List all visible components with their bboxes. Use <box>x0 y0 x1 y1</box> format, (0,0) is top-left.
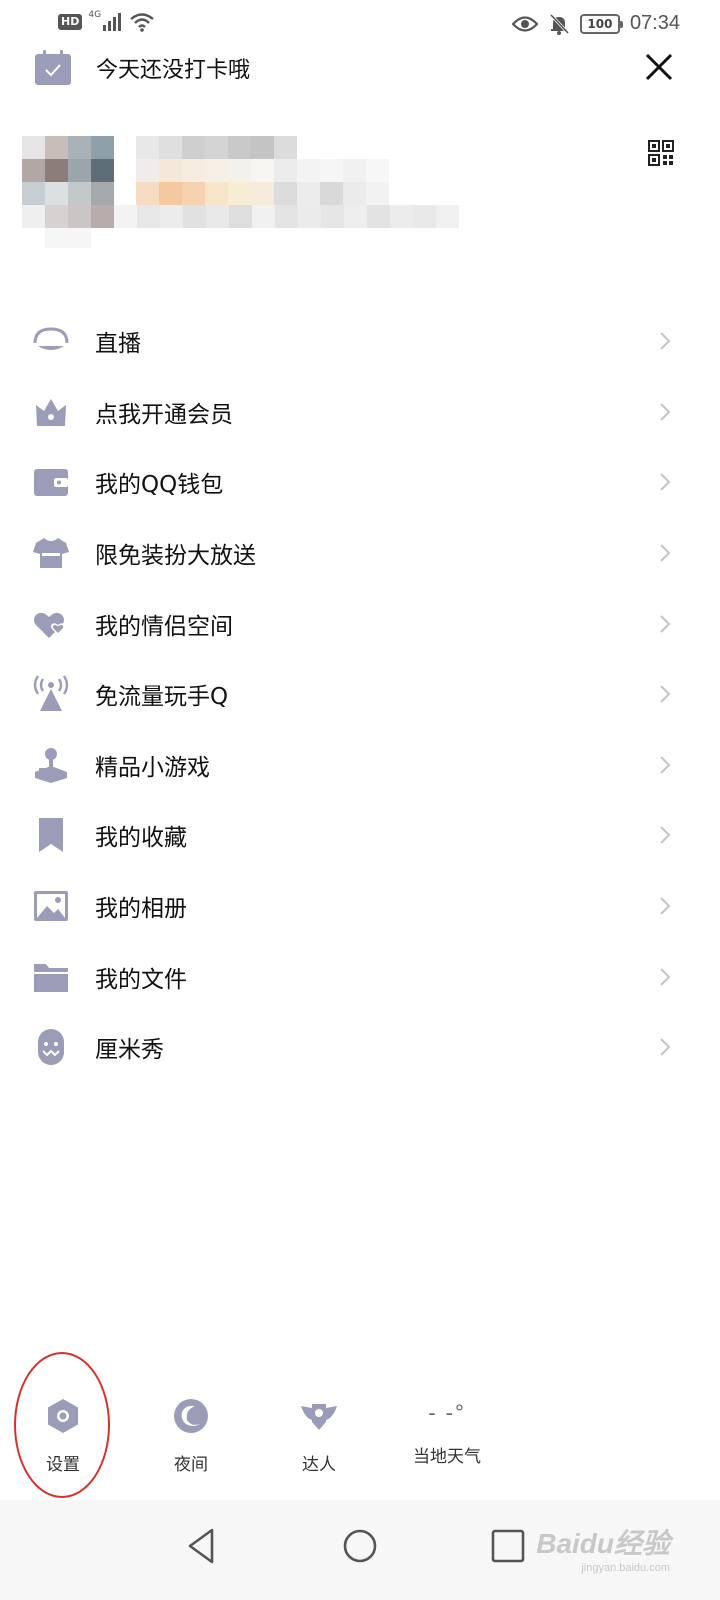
checkin-banner[interactable]: 今天还没打卡哦 <box>34 48 250 88</box>
menu-item-label: 我的收藏 <box>95 825 187 852</box>
qr-code-icon[interactable] <box>648 140 674 166</box>
bottom-toolbar: 设置 夜间 达人 - -° 当地天气 <box>0 1388 720 1498</box>
hd-badge: HD <box>58 14 83 30</box>
menu-item-label: 我的文件 <box>95 966 187 993</box>
profile-card[interactable] <box>22 136 462 248</box>
chevron-right-icon <box>660 1038 671 1056</box>
status-right: 100 07:34 <box>511 12 680 35</box>
profile-nickname <box>136 136 300 159</box>
menu-item-label: 点我开通会员 <box>95 401 233 428</box>
chevron-right-icon <box>660 544 671 562</box>
navigation-bar <box>0 1500 720 1600</box>
menu-item-vip[interactable]: 点我开通会员 <box>0 377 720 448</box>
status-bar: HD 4G 100 07:34 <box>0 0 720 52</box>
expert-label: 达人 <box>302 1455 336 1475</box>
calendar-check-icon <box>35 50 71 85</box>
live-icon <box>33 327 69 351</box>
battery-indicator: 100 <box>579 13 623 34</box>
wifi-icon <box>130 13 154 32</box>
profile-signature <box>114 205 462 228</box>
settings-button[interactable]: 设置 <box>13 1388 113 1475</box>
chevron-right-icon <box>660 967 671 986</box>
bookmark-icon <box>39 818 63 853</box>
settings-gear-icon <box>48 1399 78 1433</box>
moon-icon <box>174 1399 208 1433</box>
menu-item-dressup[interactable]: 限免装扮大放送 <box>0 518 720 589</box>
crown-icon <box>36 398 66 426</box>
chevron-right-icon <box>660 826 671 845</box>
menu-item-label: 我的QQ钱包 <box>95 472 224 499</box>
chevron-right-icon <box>660 614 671 633</box>
menu-item-files[interactable]: 我的文件 <box>0 941 720 1012</box>
menu-item-album[interactable]: 我的相册 <box>0 871 720 942</box>
avatar-face-icon <box>38 1029 64 1066</box>
local-weather-button[interactable]: - -° 当地天气 <box>397 1388 497 1467</box>
chevron-right-icon <box>660 756 671 774</box>
hearts-icon <box>34 612 65 638</box>
expert-button[interactable]: 达人 <box>269 1388 369 1475</box>
shirt-icon <box>33 538 69 569</box>
status-time: 07:34 <box>629 12 680 34</box>
menu-item-live[interactable]: 直播 <box>0 306 720 377</box>
folder-icon <box>34 963 68 992</box>
winged-badge-icon <box>301 1404 337 1430</box>
menu-item-favorites[interactable]: 我的收藏 <box>0 800 720 871</box>
photo-icon <box>34 891 68 922</box>
menu-item-label: 限免装扮大放送 <box>95 543 256 570</box>
close-icon[interactable] <box>642 50 676 84</box>
menu-item-free-data[interactable]: 免流量玩手Q <box>0 659 720 730</box>
home-icon[interactable] <box>338 1524 382 1568</box>
menu-item-label: 我的情侣空间 <box>95 613 233 640</box>
chevron-right-icon <box>660 403 671 421</box>
back-icon[interactable] <box>182 1524 226 1568</box>
avatar[interactable] <box>22 136 114 248</box>
chevron-right-icon <box>660 897 671 915</box>
joystick-icon <box>35 747 67 783</box>
mute-bell-icon <box>549 13 570 35</box>
menu-item-label: 精品小游戏 <box>95 754 210 781</box>
menu-item-label: 直播 <box>95 331 141 358</box>
chevron-right-icon <box>660 685 671 703</box>
weather-temperature: - -° <box>428 1400 466 1425</box>
antenna-icon <box>33 675 69 712</box>
checkin-text: 今天还没打卡哦 <box>96 58 251 83</box>
menu-item-wallet[interactable]: 我的QQ钱包 <box>0 447 720 518</box>
chevron-right-icon <box>660 332 671 351</box>
eye-icon <box>511 15 538 32</box>
status-left: HD 4G <box>58 10 155 32</box>
night-label: 夜间 <box>174 1455 208 1475</box>
weather-label: 当地天气 <box>413 1447 481 1467</box>
menu-item-label: 厘米秀 <box>95 1037 164 1064</box>
menu-item-mini-games[interactable]: 精品小游戏 <box>0 730 720 801</box>
chevron-right-icon <box>660 473 671 492</box>
recents-icon[interactable] <box>486 1524 530 1568</box>
menu-item-label: 我的相册 <box>95 896 187 923</box>
night-mode-button[interactable]: 夜间 <box>141 1388 241 1475</box>
profile-badges <box>136 159 436 205</box>
menu-item-couple-space[interactable]: 我的情侣空间 <box>0 588 720 659</box>
network-type: 4G <box>88 10 102 20</box>
menu-item-label: 免流量玩手Q <box>95 684 229 711</box>
battery-level: 100 <box>587 16 613 31</box>
signal-icon <box>103 13 122 31</box>
drawer-menu: 直播 点我开通会员 我的QQ钱包 限免装扮大放送 我的情侣空间 免流量玩手Q 精… <box>0 306 720 1083</box>
wallet-icon <box>34 469 68 497</box>
menu-item-cmshow[interactable]: 厘米秀 <box>0 1012 720 1083</box>
settings-label: 设置 <box>46 1455 80 1475</box>
